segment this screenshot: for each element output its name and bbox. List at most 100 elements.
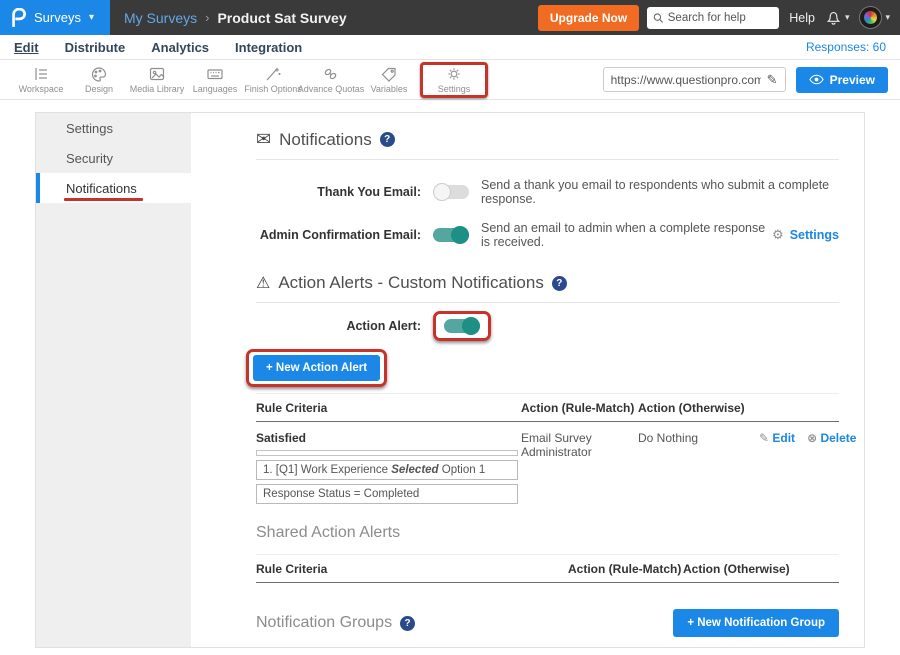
workspace-icon xyxy=(32,66,50,82)
admin-confirmation-email-label: Admin Confirmation Email: xyxy=(256,228,421,242)
section-title-notifications: Notifications xyxy=(279,130,372,150)
circled-x-icon: ⊗ xyxy=(807,431,820,445)
col-action-rule-match: Action (Rule-Match) xyxy=(568,562,683,576)
tab-edit[interactable]: Edit xyxy=(14,40,39,55)
avatar xyxy=(859,6,882,29)
question-circle-icon[interactable]: ? xyxy=(400,616,415,631)
preview-button[interactable]: Preview xyxy=(796,67,888,93)
chain-icon xyxy=(322,66,340,82)
section-title-shared-alerts: Shared Action Alerts xyxy=(256,524,400,542)
col-rule-criteria: Rule Criteria xyxy=(256,401,521,415)
magnifier-icon xyxy=(653,12,664,24)
col-action-otherwise: Action (Otherwise) xyxy=(683,562,803,576)
criteria-item: Response Status = Completed xyxy=(256,484,518,504)
toolbar-design-label: Design xyxy=(85,84,113,94)
question-circle-icon[interactable]: ? xyxy=(380,132,395,147)
account-menu[interactable]: ▾ xyxy=(859,6,890,29)
col-action-otherwise: Action (Otherwise) xyxy=(638,401,759,415)
tag-icon xyxy=(380,66,398,82)
criteria-strip xyxy=(256,450,518,456)
toolbar-media-library[interactable]: Media Library xyxy=(128,66,186,94)
col-rule-criteria: Rule Criteria xyxy=(256,562,568,576)
image-icon xyxy=(148,66,166,82)
question-circle-icon[interactable]: ? xyxy=(552,276,567,291)
toolbar-finish-options-label: Finish Options xyxy=(244,84,302,94)
bell-icon xyxy=(825,9,842,26)
eye-icon xyxy=(809,74,824,85)
chevron-down-icon: ▾ xyxy=(89,12,94,23)
otherwise-value: Do Nothing xyxy=(638,431,759,504)
section-title-notification-groups: Notification Groups xyxy=(256,614,392,632)
toolbar-variables-label: Variables xyxy=(371,84,408,94)
surveys-menu-label: Surveys xyxy=(34,10,81,25)
toolbar-settings[interactable]: Settings xyxy=(425,66,483,94)
toolbar-settings-label: Settings xyxy=(438,84,471,94)
help-search[interactable] xyxy=(647,7,779,29)
edit-toolbar: Workspace Design Media Library Languages… xyxy=(0,60,900,100)
action-alert-label: Action Alert: xyxy=(256,319,421,333)
gear-icon xyxy=(445,66,463,82)
admin-confirmation-email-desc: Send an email to admin when a complete r… xyxy=(481,221,772,249)
keyboard-icon xyxy=(206,66,224,82)
toolbar-media-library-label: Media Library xyxy=(130,84,185,94)
thank-you-email-label: Thank You Email: xyxy=(256,185,421,199)
thank-you-email-toggle[interactable] xyxy=(433,185,469,199)
toolbar-languages[interactable]: Languages xyxy=(186,66,244,94)
annotation-box-action-alert xyxy=(433,311,491,341)
tab-distribute[interactable]: Distribute xyxy=(65,40,126,55)
breadcrumb: My Surveys › Product Sat Survey xyxy=(124,10,538,26)
new-action-alert-button[interactable]: + New Action Alert xyxy=(253,355,380,381)
action-alert-toggle[interactable] xyxy=(444,319,480,333)
rule-status: Satisfied xyxy=(256,431,521,445)
questionpro-logo-icon xyxy=(10,8,26,28)
pencil-icon[interactable]: ✎ xyxy=(767,72,778,88)
toolbar-variables[interactable]: Variables xyxy=(360,66,418,94)
toolbar-finish-options[interactable]: Finish Options xyxy=(244,66,302,94)
breadcrumb-my-surveys[interactable]: My Surveys xyxy=(124,10,197,26)
toolbar-workspace-label: Workspace xyxy=(19,84,64,94)
preview-button-label: Preview xyxy=(830,73,875,87)
admin-confirmation-email-toggle[interactable] xyxy=(433,228,469,242)
chevron-down-icon: ▾ xyxy=(845,12,850,23)
sidebar-item-security[interactable]: Security xyxy=(36,143,191,173)
breadcrumb-separator: › xyxy=(205,10,209,25)
gear-icon: ⚙ xyxy=(772,227,784,243)
surveys-menu[interactable]: Surveys ▾ xyxy=(0,0,110,35)
sidebar-item-notifications[interactable]: Notifications xyxy=(36,173,191,203)
tab-integration[interactable]: Integration xyxy=(235,40,302,55)
survey-url-box: ✎ xyxy=(603,67,786,92)
help-link[interactable]: Help xyxy=(789,11,815,25)
responses-count[interactable]: Responses: 60 xyxy=(806,40,886,54)
upgrade-now-button[interactable]: Upgrade Now xyxy=(538,5,639,31)
toolbar-advance-quotas-label: Advance Quotas xyxy=(298,84,365,94)
survey-url-input[interactable] xyxy=(611,73,761,87)
thank-you-email-desc: Send a thank you email to respondents wh… xyxy=(481,178,839,206)
annotation-box-settings: Settings xyxy=(420,62,488,98)
chevron-down-icon: ▾ xyxy=(885,12,890,23)
palette-icon xyxy=(90,66,108,82)
top-bar: Surveys ▾ My Surveys › Product Sat Surve… xyxy=(0,0,900,35)
rule-match-value: Email Survey Administrator xyxy=(521,431,638,504)
toolbar-workspace[interactable]: Workspace xyxy=(12,66,70,94)
new-notification-group-button[interactable]: + New Notification Group xyxy=(673,609,839,637)
settings-sidebar: Settings Security Notifications xyxy=(36,113,191,647)
col-action-rule-match: Action (Rule-Match) xyxy=(521,401,638,415)
annotation-box-new-action-alert: + New Action Alert xyxy=(246,349,387,387)
criteria-item: 1. [Q1] Work Experience Selected Option … xyxy=(256,460,518,480)
action-alert-row: Satisfied 1. [Q1] Work Experience Select… xyxy=(256,422,839,504)
breadcrumb-current-survey: Product Sat Survey xyxy=(217,10,346,26)
delete-alert-link[interactable]: ⊗ Delete xyxy=(807,431,856,445)
sidebar-item-settings[interactable]: Settings xyxy=(36,113,191,143)
wand-icon xyxy=(264,66,282,82)
envelope-icon: ✉ xyxy=(256,129,271,150)
toolbar-advance-quotas[interactable]: Advance Quotas xyxy=(302,66,360,94)
help-search-input[interactable] xyxy=(668,12,773,24)
settings-card: Settings Security Notifications ✉ Notifi… xyxy=(35,112,865,648)
admin-email-settings-link[interactable]: ⚙ Settings xyxy=(772,227,839,243)
annotation-underline-notifications xyxy=(64,198,143,201)
notifications-panel: ✉ Notifications ? Thank You Email: Send … xyxy=(191,113,864,647)
edit-alert-link[interactable]: ✎ Edit xyxy=(759,431,795,445)
toolbar-design[interactable]: Design xyxy=(70,66,128,94)
notifications-bell-menu[interactable]: ▾ xyxy=(825,9,850,26)
tab-analytics[interactable]: Analytics xyxy=(151,40,209,55)
